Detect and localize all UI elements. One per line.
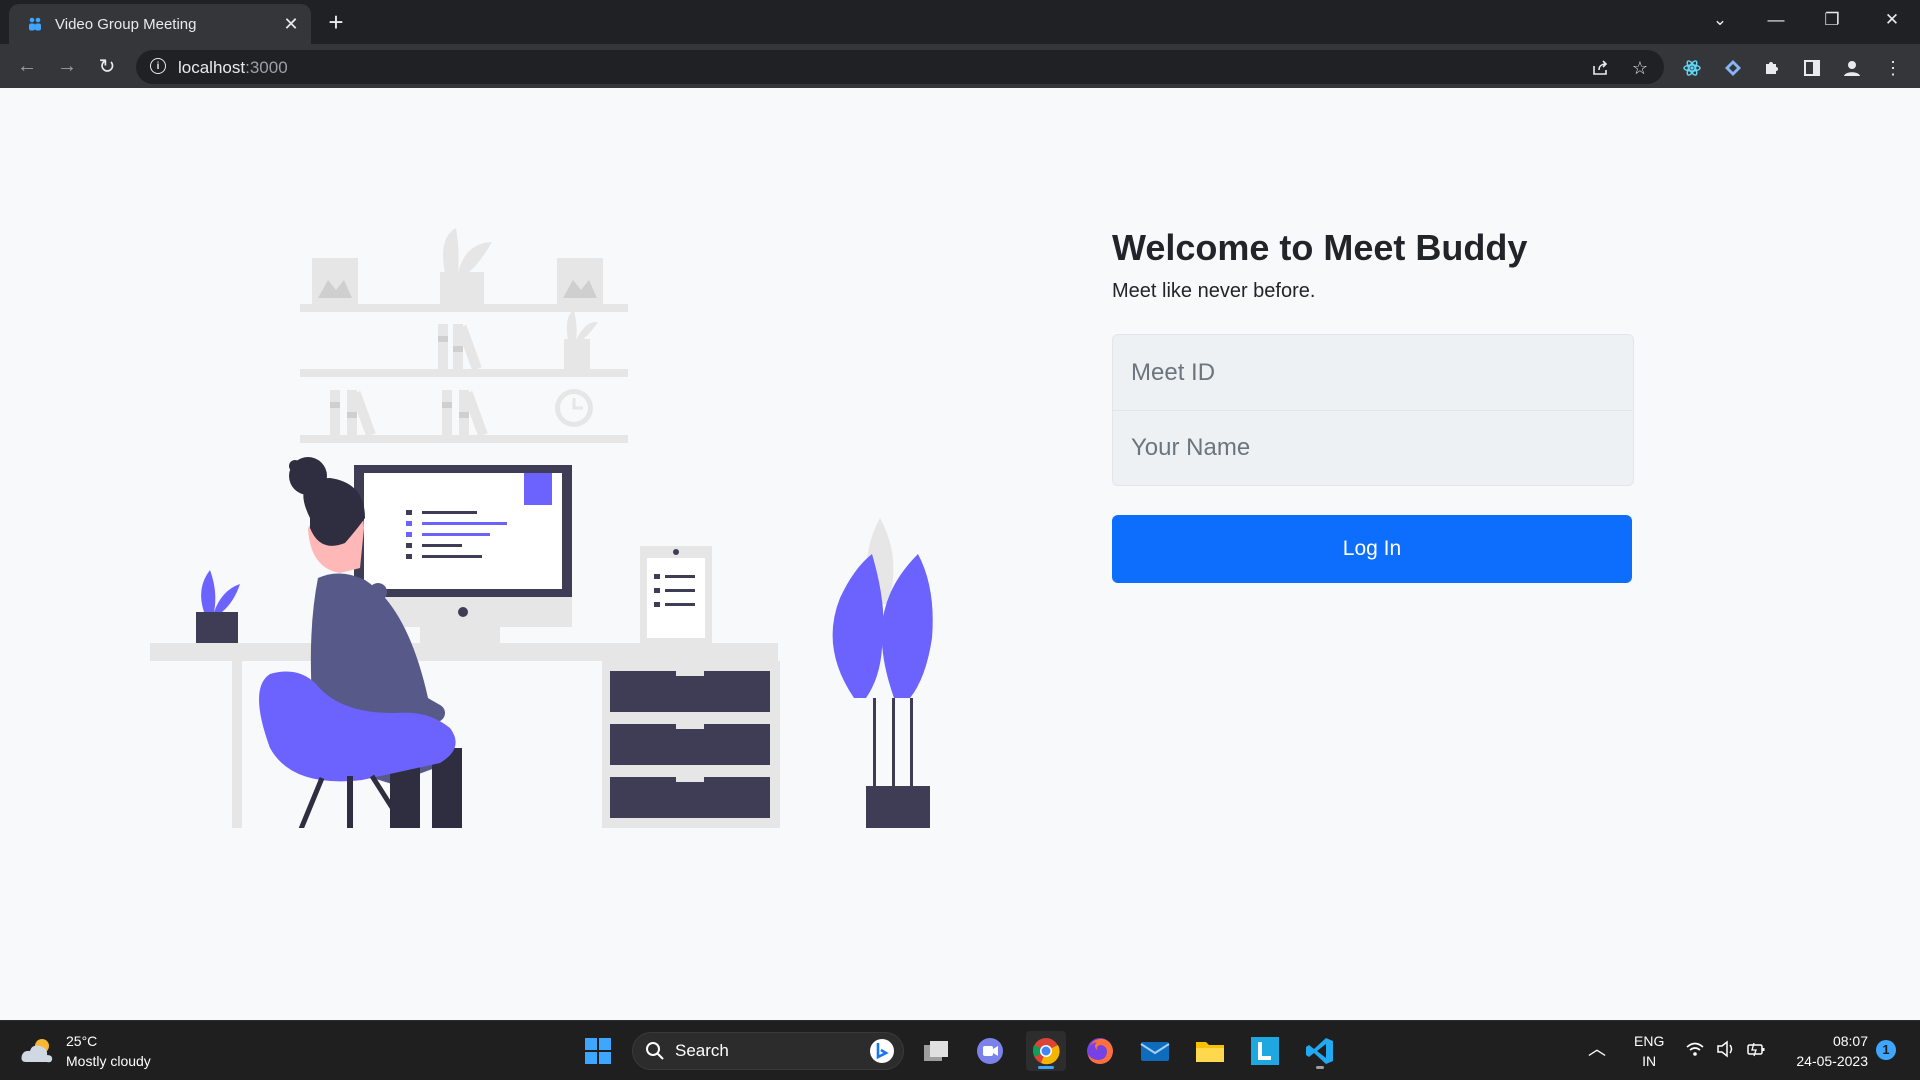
vscode-icon[interactable] (1300, 1031, 1340, 1071)
temperature: 25°C (66, 1033, 98, 1049)
desk (150, 643, 780, 828)
tab-search-button[interactable]: ⌄ (1692, 0, 1748, 40)
browser-toolbar: ← → ↻ i localhost:3000 ☆ ⋮ (0, 44, 1920, 88)
browser-tabbar: Video Group Meeting ✕ + ⌄ — ❐ ✕ (0, 0, 1920, 44)
desk-plant (196, 570, 240, 643)
app-l-icon[interactable] (1245, 1031, 1285, 1071)
menu-kebab-icon[interactable]: ⋮ (1881, 56, 1905, 80)
volume-icon[interactable] (1716, 1040, 1736, 1063)
info-icon[interactable]: i (150, 58, 166, 74)
extension-diamond-icon[interactable] (1721, 56, 1745, 80)
back-button[interactable]: ← (11, 50, 43, 82)
minimize-button[interactable]: — (1748, 0, 1804, 40)
chevron-up-icon[interactable]: ︿ (1588, 1039, 1606, 1059)
people-icon (26, 15, 44, 33)
side-panel-icon[interactable] (1800, 56, 1824, 80)
login-form (1112, 334, 1634, 486)
page-content: Welcome to Meet Buddy Meet like never be… (0, 88, 1920, 1020)
page-title: Welcome to Meet Buddy (1112, 227, 1528, 268)
url-text[interactable]: localhost:3000 (178, 58, 288, 78)
reload-button[interactable]: ↻ (91, 50, 123, 82)
language-region: IN (1642, 1053, 1657, 1069)
windows-start-icon[interactable] (578, 1031, 618, 1071)
name-field-wrapper (1113, 410, 1633, 485)
meet-id-input[interactable] (1113, 357, 1633, 388)
react-devtools-icon[interactable] (1680, 56, 1704, 80)
restore-button[interactable]: ❐ (1804, 0, 1860, 40)
task-view-icon[interactable] (916, 1031, 956, 1071)
floor-plant (832, 518, 933, 828)
cloud-sun-icon (21, 1039, 53, 1063)
file-explorer-icon[interactable] (1190, 1031, 1230, 1071)
time: 08:07 (1832, 1033, 1868, 1049)
wifi-icon[interactable] (1686, 1041, 1704, 1062)
date: 24-05-2023 (1796, 1053, 1868, 1069)
new-tab-button[interactable]: + (322, 7, 350, 37)
window-close-button[interactable]: ✕ (1864, 0, 1920, 40)
login-button[interactable]: Log In (1112, 515, 1632, 583)
open-app-indicator (1316, 1066, 1324, 1069)
search-icon (646, 1042, 664, 1060)
bing-icon[interactable] (869, 1038, 895, 1064)
clipboard (640, 546, 712, 643)
notification-badge[interactable]: 1 (1876, 1040, 1896, 1060)
tab-title: Video Group Meeting (55, 15, 197, 33)
meet-id-field-wrapper (1113, 335, 1633, 410)
browser-tab[interactable]: Video Group Meeting ✕ (9, 4, 311, 44)
tagline: Meet like never before. (1112, 280, 1316, 302)
weather-widget[interactable]: 25°C Mostly cloudy (20, 1031, 151, 1071)
share-icon[interactable] (1588, 56, 1612, 80)
url-host: localhost (178, 58, 246, 77)
extensions-puzzle-icon[interactable] (1760, 56, 1784, 80)
workspace-illustration (150, 228, 933, 828)
forward-button[interactable]: → (51, 50, 83, 82)
address-bar[interactable]: i localhost:3000 ☆ (136, 50, 1664, 84)
firefox-icon[interactable] (1080, 1031, 1120, 1071)
active-app-indicator (1038, 1066, 1054, 1069)
teams-chat-icon[interactable] (970, 1031, 1010, 1071)
login-panel: Welcome to Meet Buddy Meet like never be… (1112, 226, 1634, 583)
language-indicator[interactable]: ENG IN (1634, 1031, 1664, 1071)
url-port: :3000 (245, 58, 288, 77)
windows-taskbar: 25°C Mostly cloudy Search ︿ ENG IN 08:07… (0, 1020, 1920, 1080)
taskbar-search[interactable]: Search (632, 1032, 904, 1070)
battery-icon[interactable] (1746, 1040, 1766, 1063)
close-icon[interactable]: ✕ (279, 12, 303, 36)
profile-icon[interactable] (1840, 56, 1864, 80)
search-label: Search (675, 1041, 729, 1060)
chrome-icon[interactable] (1026, 1031, 1066, 1071)
clock[interactable]: 08:07 24-05-2023 (1784, 1031, 1868, 1071)
mail-icon[interactable] (1135, 1031, 1175, 1071)
star-icon[interactable]: ☆ (1628, 56, 1652, 80)
language-code: ENG (1634, 1033, 1665, 1049)
weather-condition: Mostly cloudy (66, 1053, 151, 1069)
your-name-input[interactable] (1113, 433, 1633, 463)
